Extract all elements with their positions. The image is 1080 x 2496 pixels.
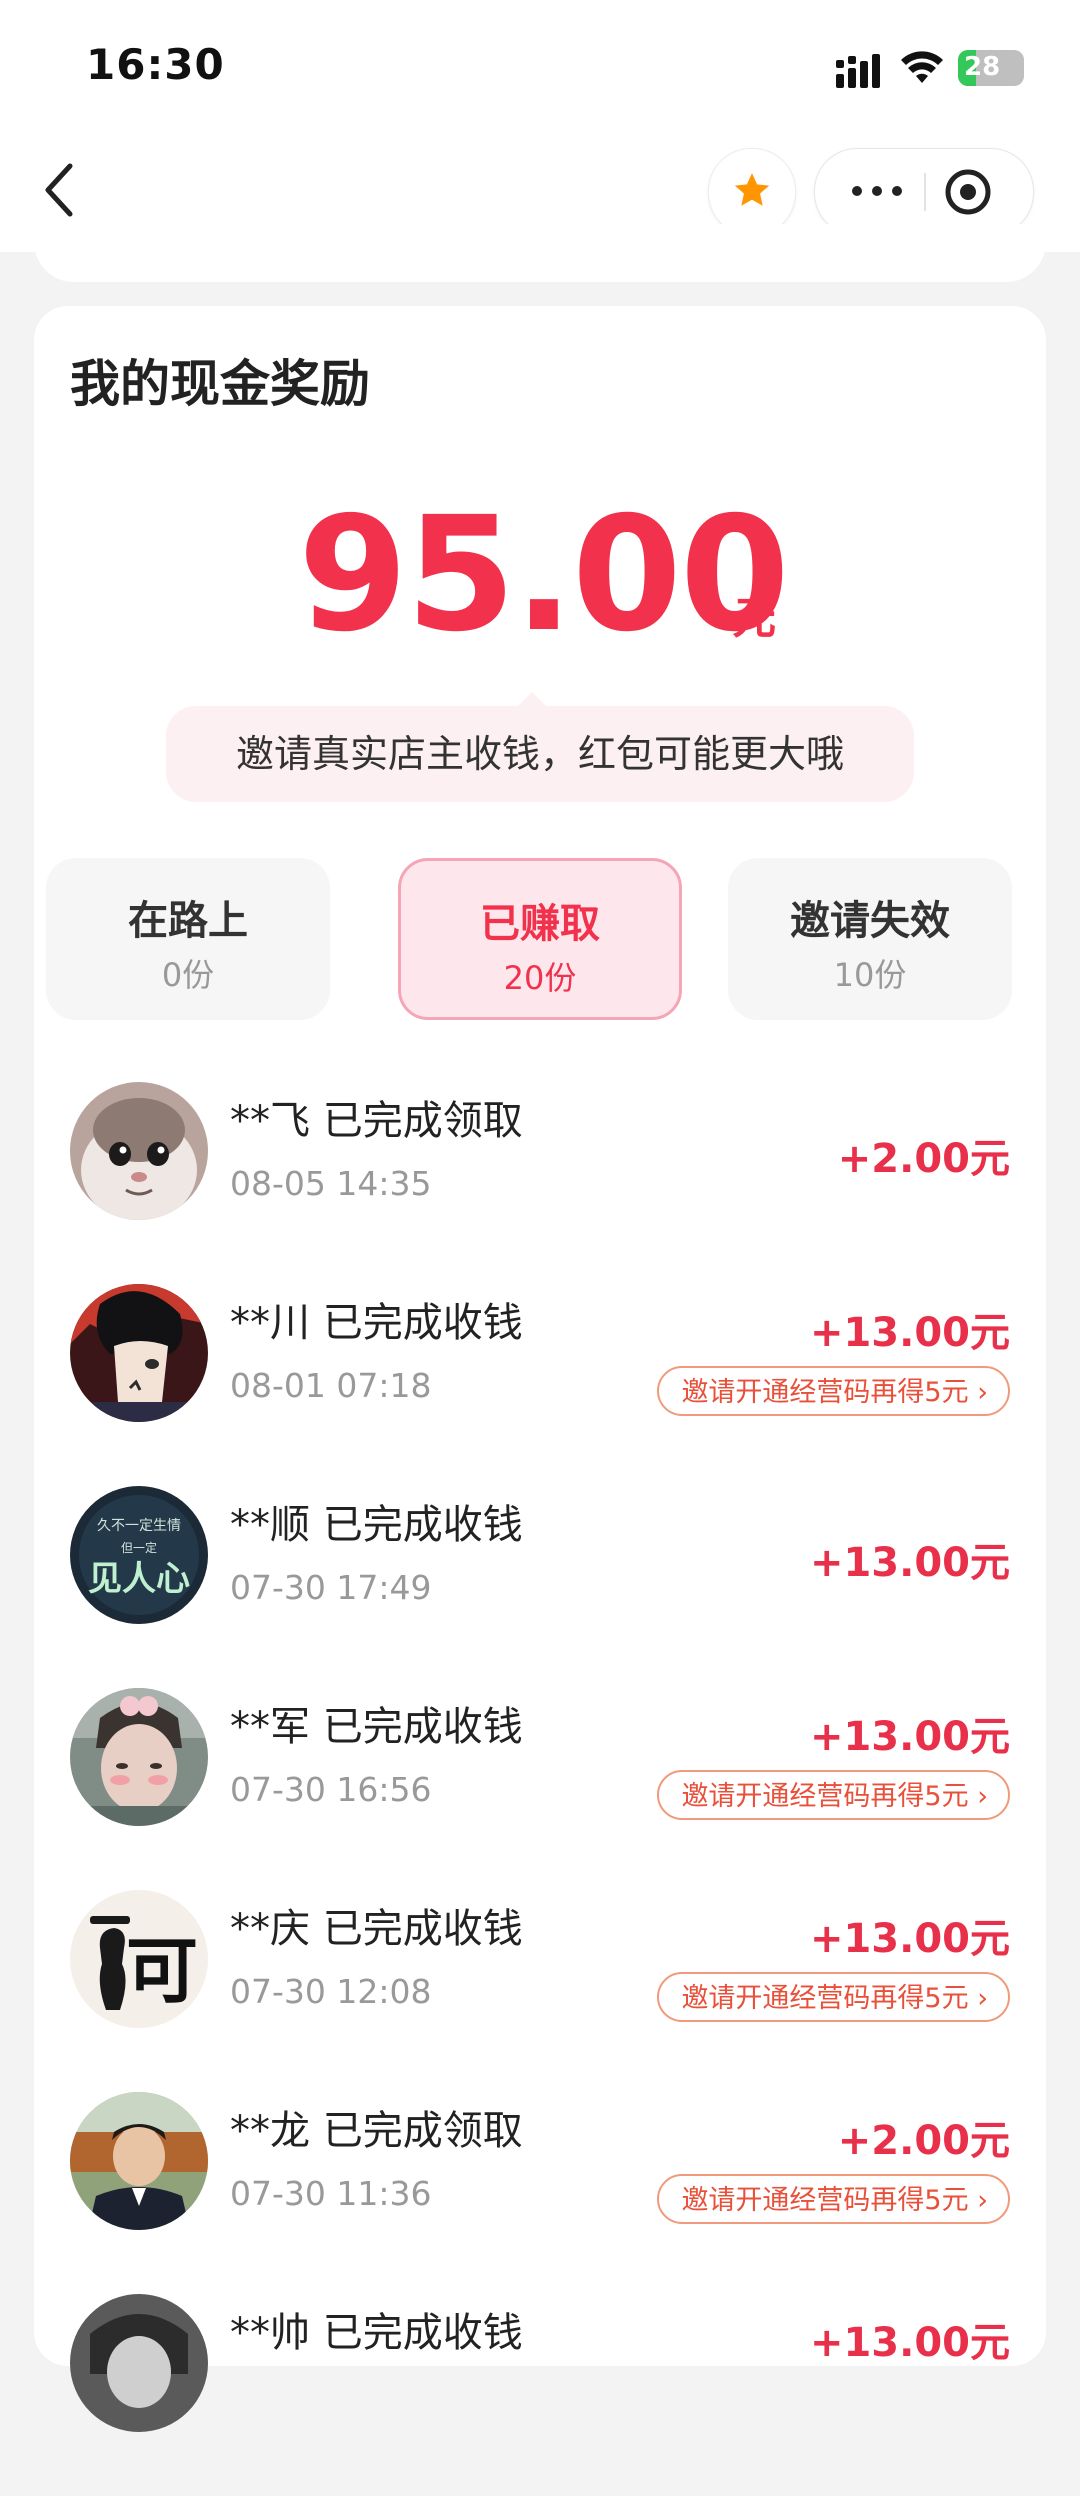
- reward-amount: 95.00: [298, 483, 790, 667]
- avatar: 久不一定生情 但一定 见人心: [70, 1486, 208, 1624]
- wifi-icon: [901, 51, 943, 83]
- avatar: [70, 1688, 208, 1826]
- avatar: [70, 1284, 208, 1422]
- capsule-divider: [924, 173, 926, 211]
- invite-tip-text: 邀请真实店主收钱，红包可能更大哦: [166, 706, 914, 802]
- record-time: 08-01 07:18: [230, 1366, 432, 1405]
- battery-level: 28: [964, 52, 1001, 82]
- record-name: **帅 已完成收钱: [230, 2310, 523, 2356]
- previous-card-edge: [34, 224, 1046, 282]
- invite-activation-button[interactable]: 邀请开通经营码再得5元 ›: [657, 2174, 1010, 2224]
- miniprogram-capsule: [814, 148, 1034, 236]
- back-icon[interactable]: [36, 160, 84, 220]
- record-name: **飞 已完成领取: [230, 1098, 523, 1144]
- record-name: **龙 已完成领取: [230, 2108, 523, 2154]
- tab-label: 在路上: [128, 898, 248, 944]
- invite-activation-button[interactable]: 邀请开通经营码再得5元 ›: [657, 1770, 1010, 1820]
- tab-invalid-invites[interactable]: 邀请失效 10份: [728, 858, 1012, 1020]
- more-icon[interactable]: [845, 171, 909, 211]
- record-amount: +13.00元: [809, 1714, 1010, 1760]
- invite-activation-button[interactable]: 邀请开通经营码再得5元 ›: [657, 1972, 1010, 2022]
- svg-text:可: 可: [126, 1929, 198, 2013]
- list-item[interactable]: 可 **庆 已完成收钱 07-30 12:08 +13.00元 邀请开通经营码再…: [34, 1890, 1046, 2092]
- record-amount: +13.00元: [809, 1916, 1010, 1962]
- tab-count: 10份: [833, 956, 907, 994]
- tab-label: 已赚取: [480, 901, 600, 947]
- record-time: 07-30 12:08: [230, 1972, 432, 2011]
- record-time: 07-30 11:36: [230, 2174, 432, 2213]
- tab-count: 20份: [503, 959, 577, 997]
- record-amount: +13.00元: [809, 1310, 1010, 1356]
- invite-tip: 邀请真实店主收钱，红包可能更大哦: [166, 692, 914, 802]
- reward-unit: 元: [732, 593, 776, 644]
- list-item[interactable]: 久不一定生情 但一定 见人心 **顺 已完成收钱 07-30 17:49 +13…: [34, 1486, 1046, 1688]
- record-name: **军 已完成收钱: [230, 1704, 523, 1750]
- close-miniprogram-icon[interactable]: [943, 167, 993, 217]
- svg-text:但一定: 但一定: [121, 1540, 157, 1555]
- status-time: 16:30: [86, 40, 225, 89]
- avatar: [70, 1082, 208, 1220]
- record-amount: +13.00元: [809, 2320, 1010, 2366]
- tab-on-the-way[interactable]: 在路上 0份: [46, 858, 330, 1020]
- avatar: [70, 2092, 208, 2230]
- record-name: **川 已完成收钱: [230, 1300, 523, 1346]
- svg-text:久不一定生情: 久不一定生情: [97, 1518, 181, 1534]
- star-icon: [734, 173, 770, 206]
- invite-activation-button[interactable]: 邀请开通经营码再得5元 ›: [657, 1366, 1010, 1416]
- record-time: 07-30 17:49: [230, 1568, 432, 1607]
- top-bar: 16:30 28: [0, 0, 1080, 252]
- tab-count: 0份: [161, 956, 215, 994]
- tab-earned[interactable]: 已赚取 20份: [398, 858, 682, 1020]
- signal-icon: [836, 54, 880, 88]
- page-title: 我的现金奖励: [70, 355, 370, 413]
- avatar: 可: [70, 1890, 208, 2028]
- record-amount: +2.00元: [837, 1136, 1010, 1182]
- record-amount: +2.00元: [837, 2118, 1010, 2164]
- record-name: **庆 已完成收钱: [230, 1906, 523, 1952]
- svg-text:见人心: 见人心: [88, 1559, 190, 1599]
- record-time: 08-05 14:35: [230, 1164, 432, 1203]
- record-name: **顺 已完成收钱: [230, 1502, 523, 1548]
- list-item[interactable]: **川 已完成收钱 08-01 07:18 +13.00元 邀请开通经营码再得5…: [34, 1284, 1046, 1486]
- list-item[interactable]: **军 已完成收钱 07-30 16:56 +13.00元 邀请开通经营码再得5…: [34, 1688, 1046, 1890]
- avatar: [70, 2294, 208, 2432]
- favorite-button[interactable]: [708, 148, 796, 236]
- list-item[interactable]: **飞 已完成领取 08-05 14:35 +2.00元: [34, 1082, 1046, 1284]
- battery-icon: 28: [958, 50, 1024, 86]
- cash-reward-card: 我的现金奖励 95.00 元 邀请真实店主收钱，红包可能更大哦 在路上 0份 已…: [34, 306, 1046, 2432]
- list-item[interactable]: **帅 已完成收钱 +13.00元: [34, 2294, 1046, 2496]
- list-item[interactable]: **龙 已完成领取 07-30 11:36 +2.00元 邀请开通经营码再得5元…: [34, 2092, 1046, 2294]
- record-amount: +13.00元: [809, 1540, 1010, 1586]
- tab-label: 邀请失效: [790, 898, 950, 944]
- record-time: 07-30 16:56: [230, 1770, 432, 1809]
